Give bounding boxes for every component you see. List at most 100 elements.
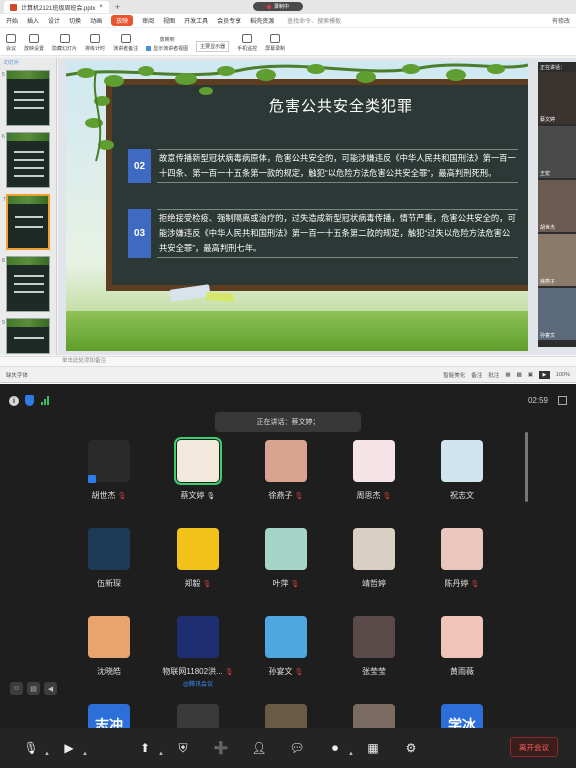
invite-icon[interactable]: ➕ — [208, 735, 234, 761]
participant-tile[interactable]: 物联网11802洪... 🎙︎ @腾讯会议 — [158, 616, 238, 702]
camera-off-icon[interactable]: ▶ ▲ — [56, 735, 88, 761]
notes-toggle-button[interactable]: 备注 — [471, 371, 482, 379]
slide-thumbnail[interactable]: 8 — [2, 256, 50, 312]
view-normal-icon[interactable]: ▦ — [505, 372, 510, 378]
participant-name: 祝志文 — [422, 490, 502, 501]
participant-tile[interactable]: 张莹莹 — [334, 616, 414, 702]
slide-thumbnail[interactable]: 5 — [2, 70, 50, 126]
participant-tile[interactable]: 孙宴文 🎙︎ — [246, 616, 326, 702]
leave-meeting-button[interactable]: 离开会议 — [510, 737, 558, 757]
participant-name-text: 蔡文婷 — [180, 491, 205, 500]
menu-item-insert[interactable]: 插入 — [27, 16, 39, 25]
presenter-view-toggle[interactable]: 显示演讲者视图 — [146, 45, 188, 52]
menu-item-home[interactable]: 开始 — [6, 16, 18, 25]
menu-item-design[interactable]: 设计 — [48, 16, 60, 25]
participant-tile[interactable]: 靖哲婷 — [334, 528, 414, 614]
participant-avatar — [265, 616, 307, 658]
view-reading-icon[interactable]: ▣ — [528, 372, 533, 378]
close-tab-icon[interactable]: × — [99, 4, 103, 10]
slide-item[interactable]: 03 拒绝接受检疫、强制隔离或治疗的，过失造成新型冠状病毒传播，情节严重，危害公… — [128, 209, 518, 258]
chat-bubble-icon[interactable]: ▤ — [27, 682, 40, 695]
collapse-icon[interactable]: ◀ — [44, 682, 57, 695]
smart-beautify-button[interactable]: 智能美化 — [443, 371, 465, 379]
participant-tile[interactable]: 沈晓皓 — [69, 616, 149, 702]
slide-thumbnail[interactable]: 6 — [2, 132, 50, 188]
slide-item[interactable]: 02 故意传播新型冠状病毒病原体，危害公共安全的，可能涉嫌违反《中华人民共和国刑… — [128, 149, 518, 183]
ribbon-hide-slide[interactable]: 隐藏幻灯片 — [52, 34, 77, 52]
ribbon-label: 放映到 — [159, 37, 175, 43]
chevron-up-icon[interactable]: ▲ — [158, 751, 164, 757]
participant-name: 蔡文婷 🎙︎ — [158, 490, 238, 501]
camera-tile[interactable]: 胡世杰 — [538, 180, 576, 232]
ribbon-meeting[interactable]: 会议 — [6, 34, 16, 52]
checkbox-icon — [146, 46, 152, 51]
signal-icon[interactable] — [41, 396, 49, 405]
camera-tile[interactable]: 蔡文婷 — [538, 72, 576, 124]
command-search[interactable]: 查找命令、搜索模板 — [287, 16, 341, 25]
monitor-select[interactable]: 主要显示器 — [196, 41, 230, 52]
record-icon[interactable]: ⏺ ▲ — [322, 735, 354, 761]
pane-label[interactable]: 幻灯片 — [0, 58, 56, 67]
notes-area[interactable]: 单击此处添加备注 — [0, 356, 576, 366]
participant-tile[interactable]: 黄雨薇 — [422, 616, 502, 702]
participant-tile[interactable]: 陈丹婷 🎙︎ — [422, 528, 502, 614]
fullscreen-icon[interactable] — [558, 396, 567, 405]
missing-font-indicator[interactable]: 缺失字体 — [6, 371, 443, 379]
info-icon[interactable]: i — [9, 396, 19, 406]
chevron-up-icon[interactable]: ▲ — [82, 751, 88, 757]
camera-tile[interactable]: 孙宴文 — [538, 288, 576, 340]
menu-item-resources[interactable]: 稻壳资源 — [250, 16, 274, 25]
slide-thumbnail-selected[interactable]: 7 — [3, 194, 50, 250]
zoom-level[interactable]: 100% — [556, 372, 570, 378]
participant-name: 陈丹婷 🎙︎ — [422, 578, 502, 589]
participant-tile[interactable]: 伍新琛 — [69, 528, 149, 614]
participant-tile[interactable]: 蔡文婷 🎙︎ — [158, 437, 238, 526]
recording-indicator[interactable]: 录制中 — [253, 2, 303, 11]
participant-tile[interactable]: 叶萍 🎙︎ — [246, 528, 326, 614]
camera-tile[interactable]: 王宏 — [538, 126, 576, 178]
ribbon-presenter-notes[interactable]: 演讲者备注 — [113, 34, 138, 52]
grid-scrollbar[interactable] — [525, 432, 528, 502]
slide-title[interactable]: 危害公共安全类犯罪 — [112, 95, 528, 116]
share-screen-icon[interactable]: ⬆ ▲ — [132, 735, 164, 761]
ribbon-show-settings[interactable]: 放映设置 — [24, 34, 44, 52]
new-tab-icon[interactable]: + — [115, 2, 120, 12]
menu-item-review[interactable]: 审阅 — [142, 16, 154, 25]
chat-icon[interactable]: 💬︎ — [284, 735, 310, 761]
menu-item-animation[interactable]: 动画 — [90, 16, 102, 25]
participant-name-text: 周思杰 — [356, 491, 381, 500]
document-tab[interactable]: 计算机2121班级周班会.pptx × — [4, 1, 109, 13]
view-sorter-icon[interactable]: ▩ — [517, 372, 522, 378]
chevron-up-icon[interactable]: ▲ — [44, 751, 50, 757]
menu-item-slideshow[interactable]: 放映 — [111, 15, 134, 26]
camera-tile[interactable]: 徐燕子 — [538, 234, 576, 286]
members-icon[interactable]: 👤︎ — [246, 735, 272, 761]
slide-thumbnail-pane: 幻灯片 5 6 7 8 9 — [0, 58, 57, 355]
ribbon-remote[interactable]: 手机遥控 — [237, 34, 257, 52]
apps-icon[interactable]: ▦ — [360, 735, 386, 761]
menu-item-developer[interactable]: 开发工具 — [184, 16, 208, 25]
collab-status[interactable]: 有修改 — [552, 16, 570, 25]
chevron-up-icon[interactable]: ▲ — [348, 751, 354, 757]
participant-tile[interactable]: 胡世杰 🎙︎ — [69, 440, 149, 526]
comments-toggle-button[interactable]: 批注 — [488, 371, 499, 379]
shield-icon[interactable] — [25, 395, 34, 406]
ribbon-screen-record[interactable]: 屏幕录制 — [265, 34, 285, 52]
participant-tile[interactable]: 祝志文 — [422, 440, 502, 526]
ribbon-rehearse[interactable]: 排练计时 — [85, 34, 105, 52]
current-slide[interactable]: 危害公共安全类犯罪 02 故意传播新型冠状病毒病原体，危害公共安全的，可能涉嫌违… — [66, 61, 528, 351]
emoji-icon[interactable]: ☺ — [10, 682, 23, 695]
participant-tile[interactable]: 郑毅 🎙︎ — [158, 528, 238, 614]
menu-item-view[interactable]: 视图 — [163, 16, 175, 25]
slide-thumbnail[interactable]: 9 — [2, 318, 50, 354]
meeting-icon — [6, 34, 16, 43]
mic-off-icon[interactable]: 🎙︎ ▲ — [18, 735, 50, 761]
participant-tile[interactable]: 周思杰 🎙︎ — [334, 440, 414, 526]
menu-item-transition[interactable]: 切换 — [69, 16, 81, 25]
item-number: 02 — [128, 149, 151, 183]
security-icon[interactable]: ⛨ — [170, 735, 196, 761]
settings-icon[interactable]: ⚙ — [398, 735, 424, 761]
participant-tile[interactable]: 徐燕子 🎙︎ — [246, 440, 326, 526]
play-slideshow-icon[interactable]: ▶ — [538, 371, 550, 379]
menu-item-vip[interactable]: 会员专享 — [217, 16, 241, 25]
